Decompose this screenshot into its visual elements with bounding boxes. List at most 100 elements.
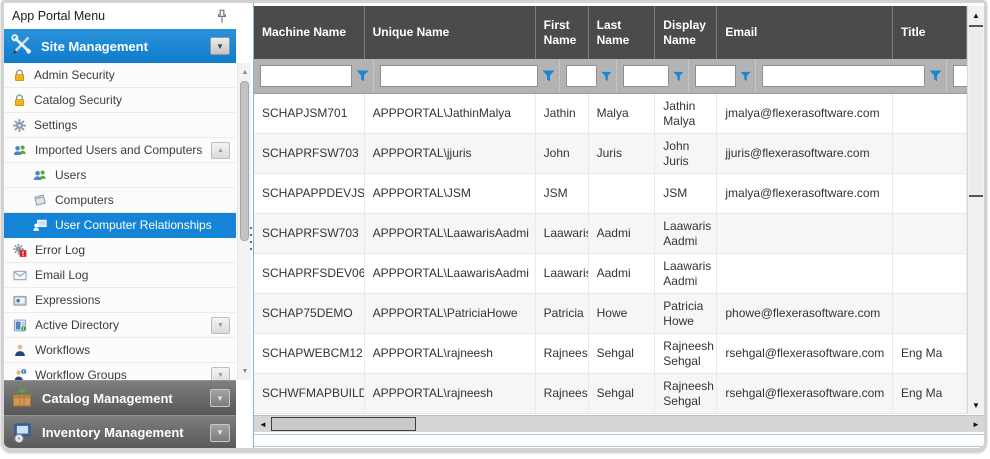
column-header-display-name[interactable]: Display Name [655, 6, 717, 59]
scrollbar-thumb[interactable] [969, 25, 983, 197]
scroll-up-arrow[interactable]: ▲ [238, 65, 252, 79]
sidebar-scrollbar[interactable]: ▲ ▼ [237, 63, 251, 380]
table-row[interactable]: SCHAPRFSW703 APPPORTAL\LaawarisAadmi Laa… [254, 214, 967, 254]
filter-cell [617, 59, 689, 93]
filter-funnel-icon[interactable] [356, 70, 369, 82]
sidebar-item-catalog-security[interactable]: Catalog Security [4, 88, 236, 113]
column-header-last-name[interactable]: Last Name [589, 6, 656, 59]
section-label: Catalog Management [42, 391, 202, 406]
sidebar-item-workflow-groups[interactable]: Workflow Groups ▼ [4, 363, 236, 380]
sidebar-section-inventory-management[interactable]: Inventory Management ▼ [4, 415, 236, 449]
sidebar-section-catalog-management[interactable]: Catalog Management ▼ [4, 380, 236, 415]
sidebar-item-workflows[interactable]: Workflows [4, 338, 236, 363]
table-row[interactable]: SCHAP75DEMO APPPORTAL\PatriciaHowe Patri… [254, 294, 967, 334]
pin-icon[interactable] [216, 9, 228, 24]
sidebar: App Portal Menu Site Management ▼ [4, 3, 236, 448]
grid-filter-row [254, 59, 967, 94]
sidebar-item-error-log[interactable]: Error Log [4, 238, 236, 263]
sidebar-item-user-computer-relationships[interactable]: User Computer Relationships [4, 213, 236, 238]
filter-funnel-icon[interactable] [673, 71, 684, 82]
table-row[interactable]: SCHAPRFSW703 APPPORTAL\jjuris John Juris… [254, 134, 967, 174]
sidebar-item-active-directory[interactable]: Active Directory ▼ [4, 313, 236, 338]
computer-icon [32, 193, 48, 208]
table-row[interactable]: SCHAPAPPDEVJSM APPPORTAL\JSM JSM JSM jma… [254, 174, 967, 214]
table-row[interactable]: SCHAPWEBCM12 APPPORTAL\rajneesh Rajneesh… [254, 334, 967, 374]
workflow-groups-icon [12, 368, 28, 381]
unique-name-cell: APPPORTAL\rajneesh [365, 374, 536, 413]
last-name-cell: Aadmi [589, 254, 656, 293]
inventory-icon [10, 421, 34, 445]
scrollbar-thumb[interactable] [271, 417, 416, 431]
scroll-up-arrow[interactable]: ▲ [968, 7, 984, 23]
table-row[interactable]: SCHAPJSM701 APPPORTAL\JathinMalya Jathin… [254, 94, 967, 134]
first-name-filter-input[interactable] [566, 65, 597, 87]
title-cell [893, 94, 967, 133]
dropdown-button[interactable]: ▼ [211, 317, 230, 334]
table-row[interactable]: SCHWFMAPBUILD2 APPPORTAL\rajneesh Rajnee… [254, 374, 967, 414]
unique-name-cell: APPPORTAL\LaawarisAadmi [365, 254, 536, 293]
collapse-button[interactable]: ▲ [211, 142, 230, 159]
unique-name-filter-input[interactable] [380, 65, 538, 87]
title-filter-input[interactable] [953, 65, 967, 87]
sidebar-item-label: Catalog Security [34, 93, 122, 107]
grid-header-row: Machine Name Unique Name First Name Last… [254, 6, 967, 59]
machine-name-filter-input[interactable] [260, 65, 352, 87]
sidebar-item-users[interactable]: Users [4, 163, 236, 188]
splitter-handle[interactable] [250, 227, 252, 253]
machine-name-cell: SCHAPRFSW703 [254, 134, 365, 173]
filter-funnel-icon[interactable] [929, 70, 942, 82]
sidebar-item-label: Active Directory [35, 318, 119, 332]
column-header-email[interactable]: Email [717, 6, 893, 59]
sidebar-item-expressions[interactable]: Expressions [4, 288, 236, 313]
scroll-right-arrow[interactable]: ► [968, 416, 984, 432]
machine-name-cell: SCHAPRFSDEV06 [254, 254, 365, 293]
sidebar-item-label: Imported Users and Computers [35, 143, 202, 157]
scroll-left-arrow[interactable]: ◄ [255, 416, 271, 432]
title-cell: Eng Ma [893, 334, 967, 373]
filter-cell [689, 59, 756, 93]
scroll-down-arrow[interactable]: ▼ [968, 397, 984, 413]
scrollbar-thumb[interactable] [240, 81, 249, 241]
section-expand-button[interactable]: ▼ [210, 389, 230, 407]
first-name-cell: JSM [536, 174, 589, 213]
dropdown-button[interactable]: ▼ [211, 367, 230, 380]
sidebar-item-settings[interactable]: Settings [4, 113, 236, 138]
table-row[interactable]: SCHAPRFSDEV06 APPPORTAL\LaawarisAadmi La… [254, 254, 967, 294]
sidebar-item-admin-security[interactable]: Admin Security [4, 63, 236, 88]
grid-view: Machine Name Unique Name First Name Last… [254, 6, 967, 414]
filter-funnel-icon[interactable] [740, 71, 751, 82]
section-expand-button[interactable]: ▼ [210, 424, 230, 442]
sidebar-item-label: Settings [34, 118, 77, 132]
sidebar-item-imported-users-computers[interactable]: Imported Users and Computers ▲ [4, 138, 236, 163]
first-name-cell: John [536, 134, 589, 173]
display-name-cell: Jathin Malya [655, 94, 717, 133]
display-name-cell: Laawaris Aadmi [655, 214, 717, 253]
email-filter-input[interactable] [762, 65, 925, 87]
sidebar-title: App Portal Menu [12, 9, 216, 23]
display-name-filter-input[interactable] [695, 65, 736, 87]
column-header-unique-name[interactable]: Unique Name [365, 6, 536, 59]
email-cell: jmalya@flexerasoftware.com [717, 94, 893, 133]
last-name-filter-input[interactable] [623, 65, 669, 87]
display-name-cell: John Juris [655, 134, 717, 173]
section-collapse-button[interactable]: ▼ [210, 37, 230, 55]
users-group-icon [12, 143, 28, 158]
column-header-title[interactable]: Title [893, 6, 967, 59]
grid-vertical-scrollbar[interactable]: ▲ ▼ [967, 6, 984, 414]
last-name-cell: Aadmi [589, 214, 656, 253]
sidebar-item-computers[interactable]: Computers [4, 188, 236, 213]
machine-name-cell: SCHAPAPPDEVJSM [254, 174, 365, 213]
sidebar-section-site-management[interactable]: Site Management ▼ [4, 29, 236, 63]
title-cell [893, 134, 967, 173]
gear-icon [12, 118, 27, 133]
scroll-down-arrow[interactable]: ▼ [238, 364, 252, 378]
filter-funnel-icon[interactable] [601, 71, 612, 82]
column-header-machine-name[interactable]: Machine Name [254, 6, 365, 59]
first-name-cell: Laawaris [536, 254, 589, 293]
grid-horizontal-scrollbar[interactable]: ◄ ► [254, 415, 985, 432]
relationships-grid-panel: Machine Name Unique Name First Name Last… [253, 3, 984, 448]
first-name-cell: Rajneesh [536, 374, 589, 413]
filter-funnel-icon[interactable] [542, 70, 555, 82]
sidebar-item-email-log[interactable]: Email Log [4, 263, 236, 288]
column-header-first-name[interactable]: First Name [536, 6, 589, 59]
